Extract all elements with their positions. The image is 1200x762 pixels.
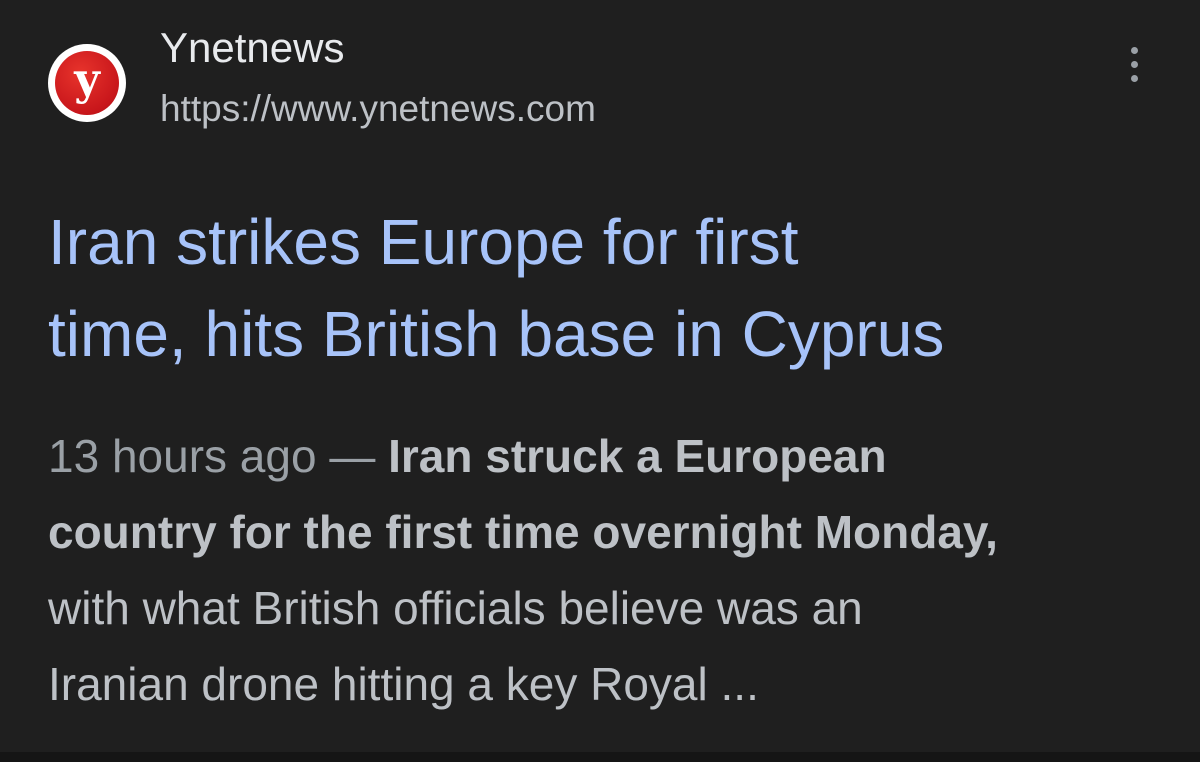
more-options-button[interactable] <box>1112 28 1156 100</box>
snippet-line-4: Iranian drone hitting a key Royal ... <box>48 658 759 710</box>
result-date: 13 hours ago <box>48 430 317 482</box>
logo-letter: y <box>55 51 119 115</box>
title-line-1: Iran strikes Europe for first <box>48 206 799 278</box>
snippet-bold-1: Iran struck a European <box>388 430 887 482</box>
result-divider <box>0 752 1200 762</box>
ynet-logo-icon[interactable]: y <box>48 44 126 122</box>
result-title-link[interactable]: Iran strikes Europe for first time, hits… <box>48 196 1178 380</box>
more-vert-icon-dot <box>1130 60 1138 68</box>
snippet-line-3: with what British officials believe was … <box>48 582 863 634</box>
snippet-bold-2: country for the first time overnight Mon… <box>48 506 998 558</box>
site-url[interactable]: https://www.ynetnews.com <box>160 84 596 134</box>
date-separator: — <box>316 430 389 482</box>
more-vert-icon <box>1130 46 1138 54</box>
site-name[interactable]: Ynetnews <box>160 22 344 74</box>
more-vert-icon-dot <box>1130 74 1138 82</box>
title-line-2: time, hits British base in Cyprus <box>48 298 945 370</box>
search-result-card: y Ynetnews https://www.ynetnews.com Iran… <box>0 0 1200 752</box>
result-snippet: 13 hours ago — Iran struck a European co… <box>48 418 1168 722</box>
snippet-line-1: 13 hours ago — Iran struck a European <box>48 418 1168 494</box>
